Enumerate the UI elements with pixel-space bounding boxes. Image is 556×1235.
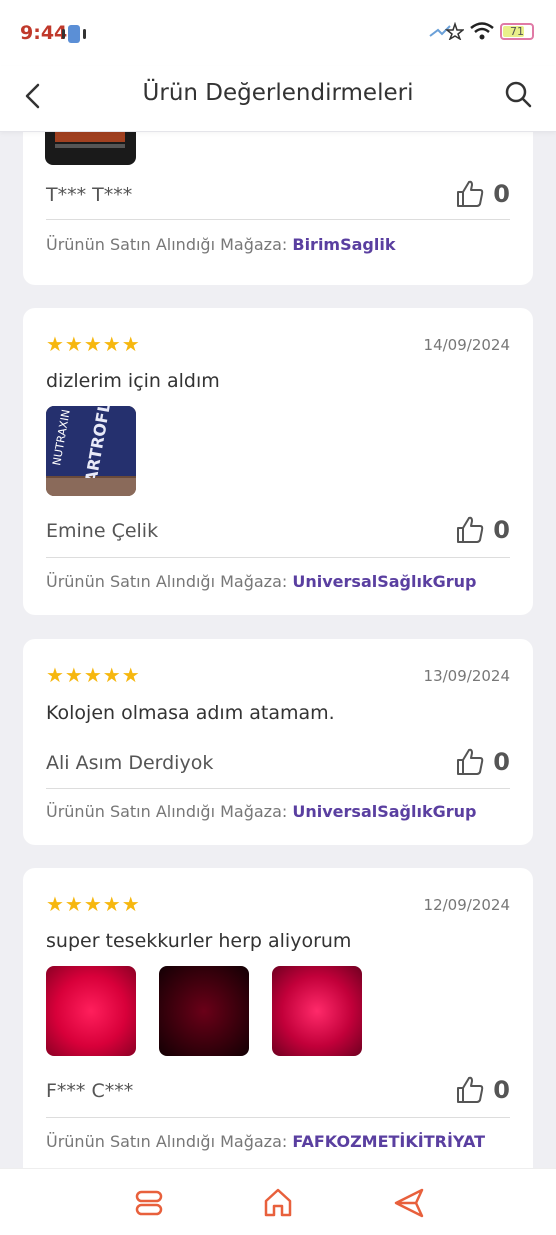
app-header: Ürün Değerlendirmeleri: [0, 66, 556, 132]
divider: [46, 1117, 510, 1118]
review-date: 13/09/2024: [423, 667, 510, 685]
review-photo[interactable]: [46, 966, 136, 1056]
battery-icon: 71: [500, 22, 534, 40]
like-button[interactable]: 0: [455, 747, 510, 777]
store-link[interactable]: UniversalSağlıkGrup: [292, 572, 476, 591]
divider: [46, 557, 510, 558]
review-photos: NUTRAXIN ARTROFLE: [46, 406, 136, 496]
reviewer-name: Ali Asım Derdiyok: [46, 752, 214, 774]
review-card: ★★★★★ 12/09/2024 super tesekkurler herp …: [23, 868, 533, 1168]
battery-level: 71: [510, 24, 524, 38]
store-info: Ürünün Satın Alındığı Mağaza: FAFKOZMETİ…: [46, 1132, 485, 1151]
status-bar: 9:44 71: [0, 0, 556, 66]
store-link[interactable]: FAFKOZMETİKİTRİYAT: [292, 1132, 485, 1151]
review-text: dizlerim için aldım: [46, 370, 220, 392]
review-date: 14/09/2024: [423, 336, 510, 354]
notification-icon: [429, 22, 464, 40]
like-count: 0: [493, 180, 510, 208]
store-info: Ürünün Satın Alındığı Mağaza: UniversalS…: [46, 802, 476, 821]
like-count: 0: [493, 516, 510, 544]
like-button[interactable]: 0: [455, 179, 510, 209]
store-label: Ürünün Satın Alındığı Mağaza:: [46, 1132, 288, 1151]
menu-icon[interactable]: [132, 1186, 166, 1220]
review-photo[interactable]: [272, 966, 362, 1056]
review-photos: [46, 966, 362, 1056]
store-link[interactable]: UniversalSağlıkGrup: [292, 802, 476, 821]
review-photo[interactable]: [45, 132, 136, 165]
store-label: Ürünün Satın Alındığı Mağaza:: [46, 235, 288, 254]
rating-stars: ★★★★★: [46, 892, 141, 916]
search-icon[interactable]: [502, 78, 534, 110]
vibrate-icon: [62, 25, 86, 43]
review-text: super tesekkurler herp aliyorum: [46, 930, 352, 952]
reviewer-name: F*** C***: [46, 1080, 134, 1102]
review-card: T*** T*** 0 Ürünün Satın Alındığı Mağaza…: [23, 132, 533, 285]
rating-stars: ★★★★★: [46, 663, 141, 687]
review-photo[interactable]: [159, 966, 249, 1056]
like-count: 0: [493, 1076, 510, 1104]
reviews-list[interactable]: T*** T*** 0 Ürünün Satın Alındığı Mağaza…: [0, 132, 556, 1168]
store-link[interactable]: BirimSaglik: [292, 235, 395, 254]
rating-stars: ★★★★★: [46, 332, 141, 356]
home-icon[interactable]: [261, 1186, 295, 1220]
wifi-icon: [470, 22, 494, 40]
review-card: ★★★★★ 14/09/2024 dizlerim için aldım NUT…: [23, 308, 533, 615]
store-label: Ürünün Satın Alındığı Mağaza:: [46, 572, 288, 591]
store-info: Ürünün Satın Alındığı Mağaza: BirimSagli…: [46, 235, 395, 254]
thumbs-up-icon: [457, 180, 484, 207]
like-count: 0: [493, 748, 510, 776]
review-date: 12/09/2024: [423, 896, 510, 914]
thumbs-up-icon: [457, 748, 484, 775]
like-button[interactable]: 0: [455, 1075, 510, 1105]
divider: [46, 788, 510, 789]
reviewer-name: Emine Çelik: [46, 520, 159, 542]
review-text: Kolojen olmasa adım atamam.: [46, 702, 335, 724]
like-button[interactable]: 0: [455, 515, 510, 545]
reviewer-name: T*** T***: [46, 184, 133, 206]
review-card: ★★★★★ 13/09/2024 Kolojen olmasa adım ata…: [23, 639, 533, 845]
status-icons: 71: [428, 22, 534, 40]
bottom-nav: [0, 1168, 556, 1235]
thumbs-up-icon: [457, 1076, 484, 1103]
divider: [46, 219, 510, 220]
store-label: Ürünün Satın Alındığı Mağaza:: [46, 802, 288, 821]
send-icon[interactable]: [392, 1186, 426, 1220]
page-title: Ürün Değerlendirmeleri: [142, 80, 414, 106]
thumbs-up-icon: [457, 516, 484, 543]
review-photo[interactable]: NUTRAXIN ARTROFLE: [46, 406, 136, 496]
store-info: Ürünün Satın Alındığı Mağaza: UniversalS…: [46, 572, 476, 591]
